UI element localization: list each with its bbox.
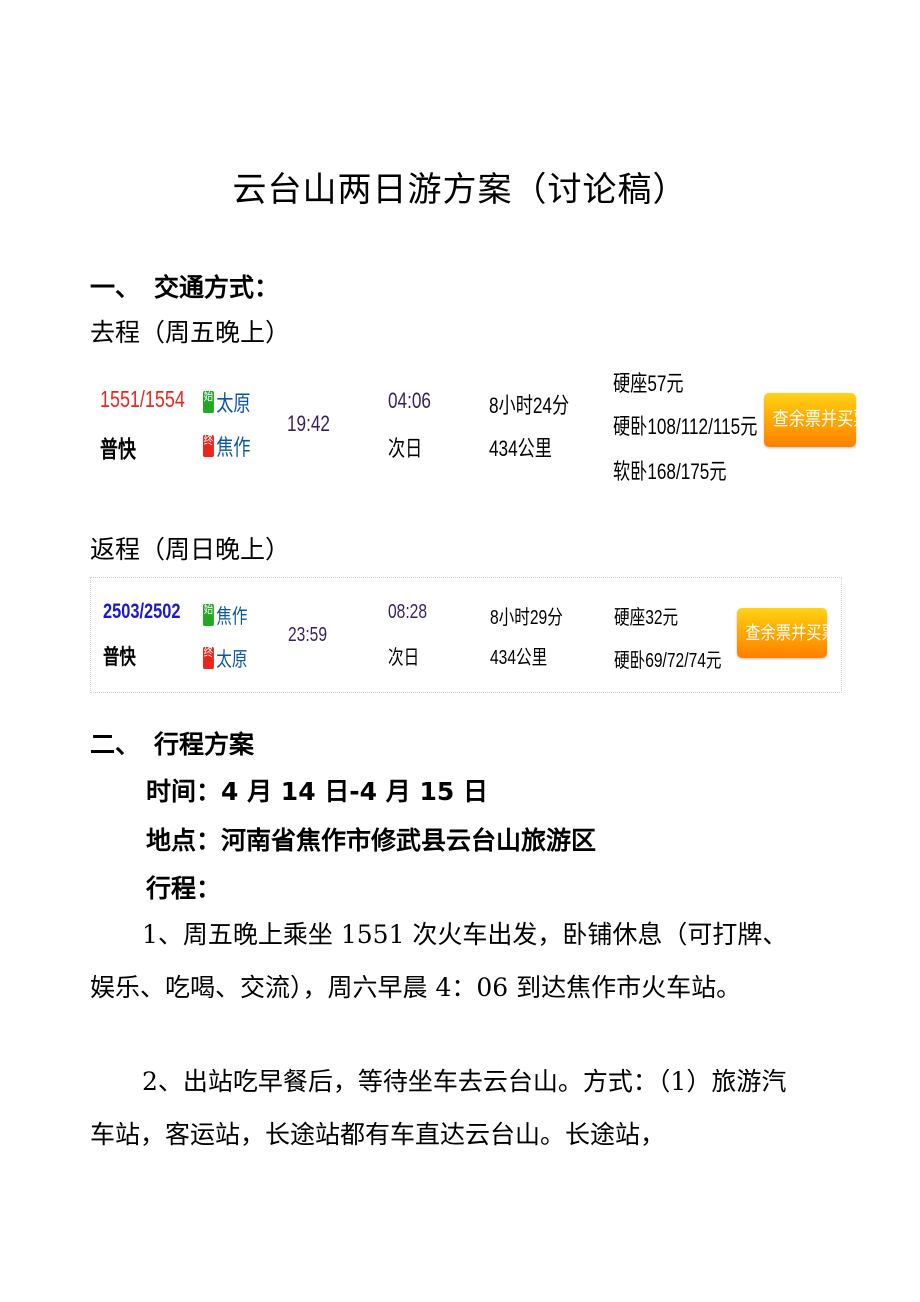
origin-station-name[interactable]: 焦作 bbox=[216, 606, 247, 628]
start-badge-icon: 始 bbox=[203, 603, 214, 626]
return-train-box bbox=[90, 577, 842, 693]
arrive-time: 08:28 bbox=[388, 601, 428, 623]
price-hard-sleeper: 硬卧69/72/74元 bbox=[614, 650, 722, 672]
train-code-text: 1551/1554 bbox=[100, 386, 185, 412]
train-type: 普快 bbox=[100, 436, 136, 462]
end-badge-icon: 终 bbox=[203, 434, 214, 457]
duration: 8小时29分 bbox=[490, 607, 563, 629]
return-label: 返程（周日晚上） bbox=[90, 535, 291, 564]
itinerary-paragraph-1: 1、周五晚上乘坐 1551 次火车出发，卧铺休息（可打牌、娱乐、吃喝、交流），周… bbox=[90, 920, 788, 1002]
buy-ticket-button[interactable]: 查余票并买票 bbox=[764, 393, 869, 447]
destination-station: 终太原 bbox=[203, 643, 247, 672]
price-hard-seat: 硬座57元 bbox=[613, 371, 684, 396]
distance: 434公里 bbox=[490, 647, 548, 669]
section-2-title: 行程方案 bbox=[154, 730, 255, 759]
section-1-title: 交通方式： bbox=[154, 273, 280, 302]
origin-station-name[interactable]: 太原 bbox=[216, 391, 250, 416]
depart-time: 19:42 bbox=[287, 411, 330, 436]
destination-station-name[interactable]: 太原 bbox=[216, 649, 247, 671]
depart-time: 23:59 bbox=[288, 624, 328, 646]
price-hard-seat: 硬座32元 bbox=[614, 607, 679, 629]
train-code[interactable]: 2503/2502 bbox=[103, 600, 180, 624]
itinerary-label: 行程： bbox=[146, 874, 222, 903]
train-type: 普快 bbox=[103, 646, 136, 669]
price-hard-sleeper: 硬卧108/112/115元 bbox=[613, 414, 758, 439]
origin-station: 始太原 bbox=[203, 386, 251, 418]
arrive-day: 次日 bbox=[388, 647, 420, 669]
arrive-time: 04:06 bbox=[388, 388, 431, 413]
arrive-day: 次日 bbox=[388, 436, 423, 461]
trip-location: 地点：河南省焦作市修武县云台山旅游区 bbox=[146, 826, 597, 855]
train-code-text: 2503/2502 bbox=[103, 600, 181, 623]
document-title: 云台山两日游方案（讨论稿） bbox=[232, 170, 688, 210]
buy-ticket-label: 查余票并买票 bbox=[772, 409, 870, 430]
trip-time: 时间：4 月 14 日-4 月 15 日 bbox=[146, 777, 488, 806]
origin-station: 始焦作 bbox=[203, 600, 247, 629]
destination-station: 终焦作 bbox=[203, 430, 251, 462]
section-1-number: 一、 bbox=[90, 273, 141, 302]
section-2-heading: 二、 行程方案 bbox=[90, 725, 254, 761]
duration: 8小时24分 bbox=[489, 393, 570, 418]
buy-ticket-button[interactable]: 查余票并买票 bbox=[737, 608, 837, 658]
distance: 434公里 bbox=[489, 436, 552, 461]
outbound-label: 去程（周五晚上） bbox=[90, 318, 291, 347]
section-2-number: 二、 bbox=[90, 730, 141, 759]
start-badge-icon: 始 bbox=[203, 390, 214, 413]
section-1-heading: 一、 交通方式： bbox=[90, 268, 279, 304]
itinerary-paragraph-2: 2、出站吃早餐后，等待坐车去云台山。方式：（1）旅游汽车站，客运站，长途站都有车… bbox=[90, 1067, 787, 1149]
train-code[interactable]: 1551/1554 bbox=[100, 386, 185, 413]
destination-station-name[interactable]: 焦作 bbox=[216, 435, 250, 460]
end-badge-icon: 终 bbox=[203, 646, 214, 669]
price-soft-sleeper: 软卧168/175元 bbox=[613, 459, 727, 484]
buy-ticket-label: 查余票并买票 bbox=[745, 623, 837, 643]
